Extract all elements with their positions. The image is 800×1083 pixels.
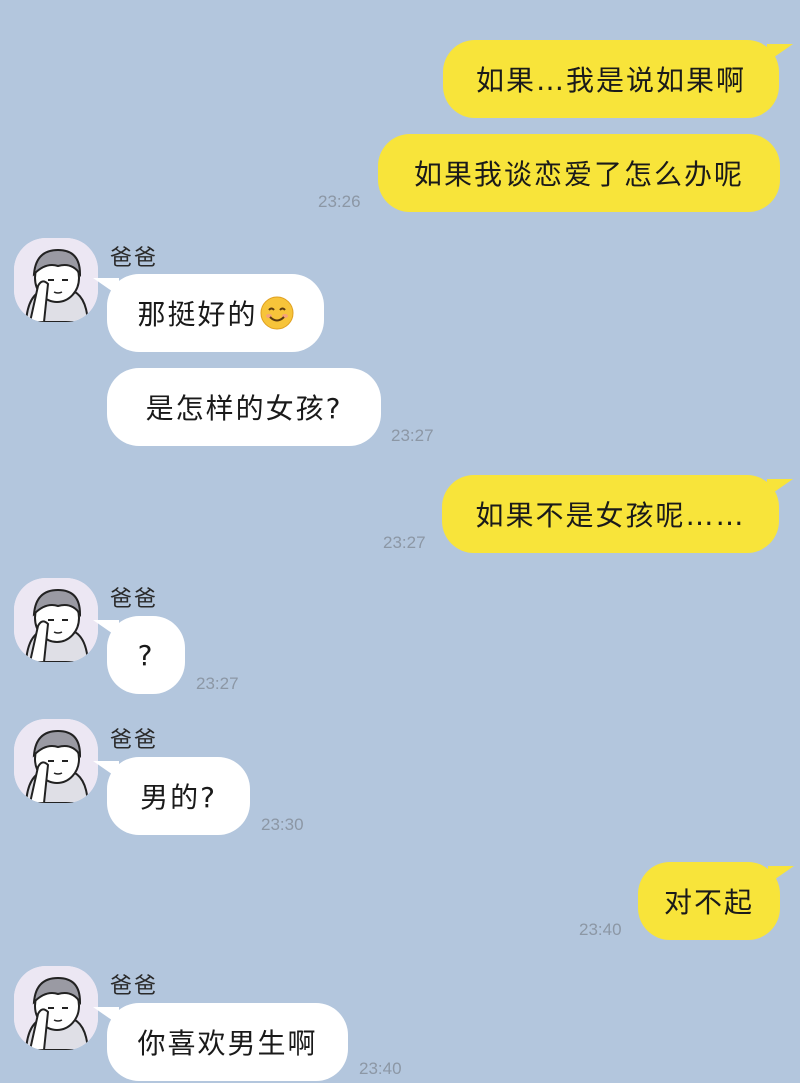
message-timestamp: 23:27 [196, 674, 239, 693]
chat-thread[interactable]: 如果…我是说如果啊 如果我谈恋爱了怎么办呢 23:26 爸爸 那挺好的 是怎样的… [0, 0, 800, 1083]
message-text: 如果我谈恋爱了怎么办呢 [413, 158, 744, 191]
message-bubble-outgoing[interactable]: 如果我谈恋爱了怎么办呢 [378, 134, 780, 212]
contact-avatar[interactable] [14, 238, 98, 322]
message-bubble-outgoing[interactable]: 对不起 [638, 862, 794, 940]
message-bubble-outgoing[interactable]: 如果…我是说如果啊 [443, 40, 793, 118]
message-text: 男的? [140, 781, 217, 814]
message-bubble-incoming[interactable]: 你喜欢男生啊 [93, 1003, 348, 1081]
message-text: 是怎样的女孩? [145, 392, 343, 425]
message-bubble-incoming[interactable]: ? [93, 616, 185, 694]
sender-name: 爸爸 [110, 974, 159, 999]
smiling-face-emoji [260, 296, 293, 330]
message-text: 如果…我是说如果啊 [475, 64, 746, 97]
message-timestamp: 23:27 [383, 533, 426, 552]
message-timestamp: 23:40 [579, 920, 622, 939]
message-text: 那挺好的 [137, 298, 258, 331]
message-text: ? [137, 638, 155, 672]
message-text: 如果不是女孩呢…… [475, 499, 746, 532]
message-bubble-incoming[interactable]: 那挺好的 [93, 274, 324, 352]
sender-name: 爸爸 [110, 246, 159, 271]
message-timestamp: 23:30 [261, 815, 304, 834]
contact-avatar[interactable] [14, 966, 98, 1050]
message-bubble-incoming[interactable]: 男的? [93, 757, 250, 835]
message-bubble-incoming[interactable]: 是怎样的女孩? [107, 368, 381, 446]
message-text: 你喜欢男生啊 [137, 1027, 318, 1060]
message-timestamp: 23:40 [359, 1059, 402, 1078]
sender-name: 爸爸 [110, 587, 159, 612]
sender-name: 爸爸 [110, 728, 159, 753]
contact-avatar[interactable] [14, 578, 98, 662]
contact-avatar[interactable] [14, 719, 98, 803]
message-bubble-outgoing[interactable]: 如果不是女孩呢…… [442, 475, 793, 553]
message-text: 对不起 [663, 886, 754, 919]
message-timestamp: 23:26 [318, 192, 361, 211]
message-timestamp: 23:27 [391, 426, 434, 445]
